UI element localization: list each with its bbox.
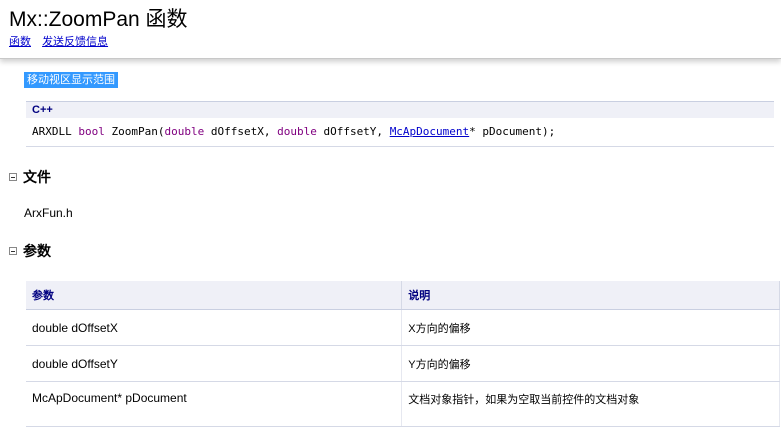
page-header: Mx::ZoomPan 函数 函数 发送反馈信息	[0, 0, 781, 59]
code-type-2: double	[277, 125, 317, 138]
table-header-row: 参数 说明	[26, 281, 780, 310]
code-arg-1: dOffsetX,	[204, 125, 278, 138]
send-feedback-link[interactable]: 发送反馈信息	[42, 36, 108, 48]
param-description: 文档对象指针，如果为空取当前控件的文档对象	[401, 381, 780, 427]
code-arg-2: dOffsetY,	[316, 125, 390, 138]
table-row: McApDocument* pDocument 文档对象指针，如果为空取当前控件…	[26, 381, 780, 427]
code-language-label: C++	[26, 101, 774, 118]
header-links: 函数 发送反馈信息	[9, 33, 116, 49]
code-type-1: double	[164, 125, 205, 138]
column-header-description: 说明	[401, 281, 780, 310]
file-section-title: 文件	[23, 169, 51, 185]
header-file-name: ArxFun.h	[24, 206, 73, 220]
page-title: Mx::ZoomPan 函数	[9, 8, 188, 31]
table-row: double dOffsetX X方向的偏移	[26, 309, 780, 346]
functions-link[interactable]: 函数	[9, 36, 31, 48]
syntax-code-block: C++ ARXDLL bool ZoomPan(double dOffsetX,…	[26, 101, 774, 147]
collapse-icon[interactable]	[9, 247, 17, 255]
code-prefix: ARXDLL	[32, 125, 79, 138]
table-row: double dOffsetY Y方向的偏移	[26, 345, 780, 382]
code-signature: ARXDLL bool ZoomPan(double dOffsetX, dou…	[26, 118, 774, 147]
summary-text: 移动视区显示范围	[24, 72, 118, 88]
param-name: McApDocument* pDocument	[26, 381, 403, 427]
param-name: double dOffsetX	[26, 309, 403, 346]
parameters-table: 参数 说明 double dOffsetX X方向的偏移 double dOff…	[26, 281, 780, 427]
collapse-icon[interactable]	[9, 173, 17, 181]
file-section-heading[interactable]: 文件	[9, 167, 51, 187]
column-header-param: 参数	[26, 281, 403, 310]
param-description: Y方向的偏移	[401, 345, 780, 382]
param-name: double dOffsetY	[26, 345, 403, 382]
code-function-name: ZoomPan(	[104, 125, 165, 138]
param-description: X方向的偏移	[401, 309, 780, 346]
code-arg-3: * pDocument);	[469, 125, 556, 138]
code-return-type: bool	[78, 125, 105, 138]
params-section-heading[interactable]: 参数	[9, 241, 51, 261]
params-section-title: 参数	[23, 243, 51, 259]
mcapdocument-type-link[interactable]: McApDocument	[390, 125, 469, 138]
